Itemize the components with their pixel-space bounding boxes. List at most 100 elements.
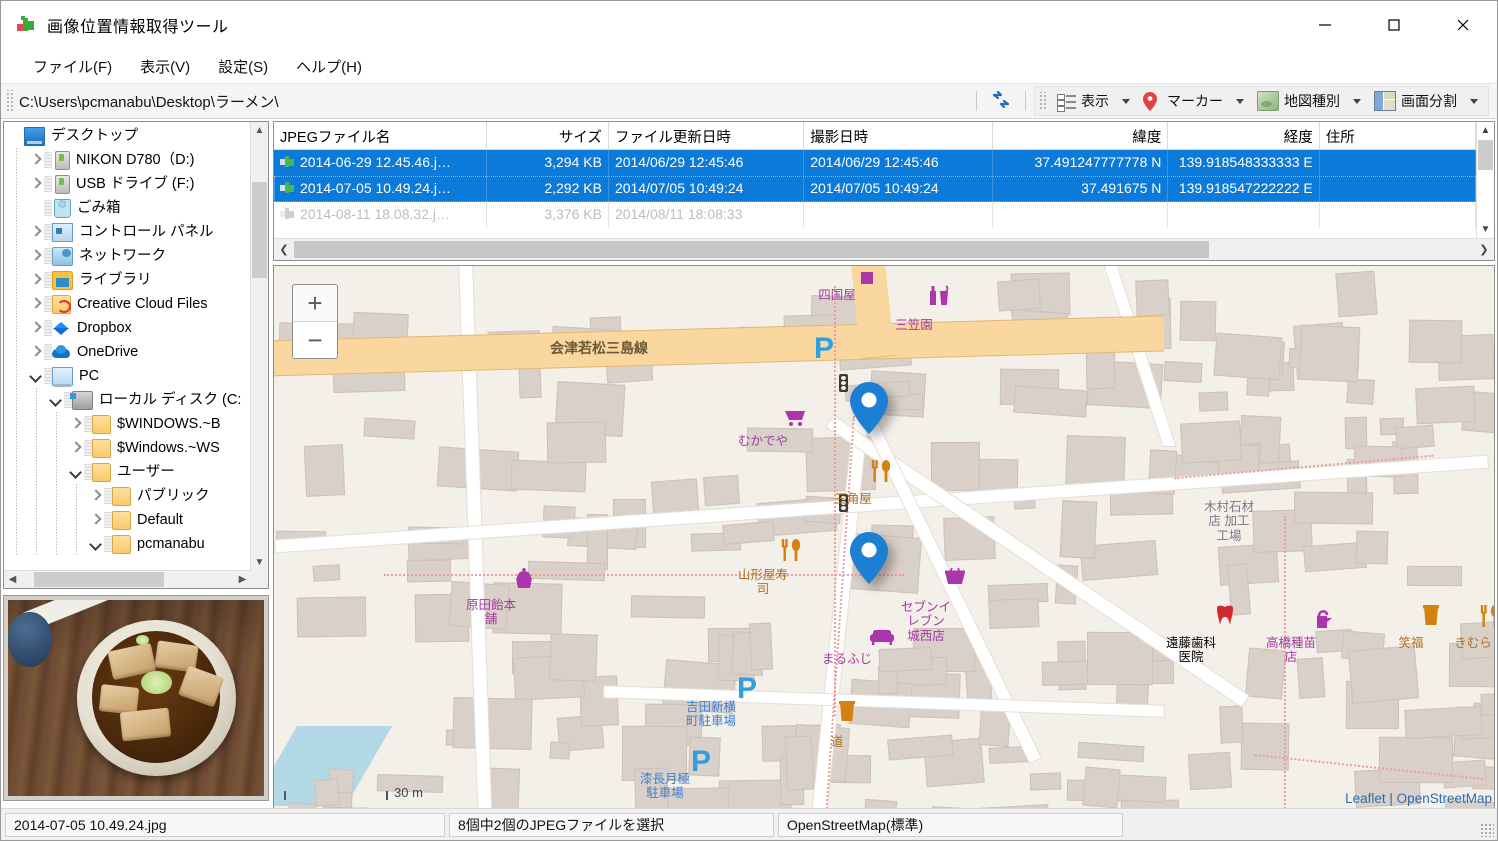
chevron-right-icon[interactable]	[68, 440, 84, 456]
menu-file[interactable]: ファイル(F)	[19, 52, 126, 81]
tree-item-17[interactable]: pcmanabu	[4, 532, 250, 556]
chevron-right-icon[interactable]	[28, 296, 44, 312]
image-preview[interactable]	[3, 595, 269, 801]
tree-item-6[interactable]: ライブラリ	[4, 268, 250, 292]
display-dropdown-caret[interactable]	[1122, 98, 1130, 104]
column-header-4[interactable]: 緯度	[993, 122, 1169, 149]
cell-2-5	[1168, 202, 1320, 228]
photo-marker-1[interactable]	[847, 380, 891, 436]
tree-item-13[interactable]: $Windows.~WS	[4, 436, 250, 460]
filelist-vscroll-thumb[interactable]	[1478, 140, 1493, 170]
chevron-down-icon[interactable]	[48, 392, 64, 408]
filelist-horizontal-scrollbar[interactable]: ❮ ❯	[274, 238, 1494, 260]
column-header-0[interactable]: JPEGファイル名	[274, 122, 487, 149]
tree-horizontal-scrollbar[interactable]: ◀ ▶	[4, 570, 251, 588]
maximize-button[interactable]	[1359, 1, 1428, 49]
map-canvas[interactable]: 会津若松三島線 P 四国屋 三笠園 むかでや 三角屋 山形屋寿 司原田飴本 舗 セブンイ レブ…	[274, 266, 1494, 808]
toolbar-grip[interactable]	[5, 90, 13, 112]
filelist-scroll-left-icon[interactable]: ❮	[274, 239, 294, 260]
filelist-scroll-down-icon[interactable]: ▼	[1477, 221, 1494, 238]
restaurant-icon	[1479, 604, 1494, 631]
filelist-scroll-right-icon[interactable]: ❯	[1474, 239, 1494, 260]
tree-item-8[interactable]: Dropbox	[4, 316, 250, 340]
column-header-1[interactable]: サイズ	[487, 122, 609, 149]
chevron-down-icon[interactable]	[88, 536, 104, 552]
tree-scroll-right-icon[interactable]: ▶	[234, 571, 251, 588]
tree-scroll-left-icon[interactable]: ◀	[4, 571, 21, 588]
filelist-hscroll-thumb[interactable]	[294, 241, 1209, 258]
zoom-out-button[interactable]: −	[293, 321, 337, 358]
marker-dropdown-caret[interactable]	[1236, 98, 1244, 104]
path-display[interactable]: C:\Users\pcmanabu\Desktop\ラーメン\	[16, 91, 278, 112]
map-view[interactable]: 会津若松三島線 P 四国屋 三笠園 むかでや 三角屋 山形屋寿 司原田飴本 舗 セブンイ レブ…	[273, 265, 1495, 809]
tree-item-10[interactable]: PC	[4, 364, 250, 388]
tree-item-1[interactable]: NIKON D780（D:)	[4, 148, 250, 172]
tree-vscroll-thumb[interactable]	[252, 182, 267, 278]
chevron-down-icon[interactable]	[68, 464, 84, 480]
chevron-right-icon[interactable]	[28, 344, 44, 360]
display-button[interactable]: 表示	[1051, 88, 1115, 114]
tree-item-15[interactable]: パブリック	[4, 484, 250, 508]
tree-item-0[interactable]: デスクトップ	[4, 124, 250, 148]
tree-scroll-up-icon[interactable]: ▲	[251, 122, 268, 139]
filelist-vertical-scrollbar[interactable]: ▲ ▼	[1476, 122, 1494, 238]
chevron-right-icon[interactable]	[28, 320, 44, 336]
column-header-2[interactable]: ファイル更新日時	[609, 122, 805, 149]
cart-icon	[784, 408, 806, 429]
maptype-dropdown-caret[interactable]	[1353, 98, 1361, 104]
chevron-down-icon[interactable]	[28, 368, 44, 384]
tree-indent-guide	[76, 484, 77, 508]
marker-button[interactable]: マーカー	[1137, 88, 1229, 114]
chevron-right-icon[interactable]	[68, 416, 84, 432]
splitscreen-button[interactable]: 画面分割	[1368, 88, 1463, 114]
menu-view[interactable]: 表示(V)	[126, 52, 204, 81]
maptype-button[interactable]: 地図種別	[1251, 88, 1346, 114]
close-button[interactable]	[1428, 1, 1497, 49]
tree-item-label: ごみ箱	[77, 199, 121, 216]
zoom-in-button[interactable]: +	[293, 285, 337, 321]
tree-item-2[interactable]: USB ドライブ (F:)	[4, 172, 250, 196]
column-header-5[interactable]: 経度	[1168, 122, 1320, 149]
refresh-button[interactable]	[985, 88, 1017, 114]
column-header-3[interactable]: 撮影日時	[804, 122, 993, 149]
minimize-button[interactable]	[1290, 1, 1359, 49]
chevron-right-icon[interactable]	[28, 176, 44, 192]
table-row[interactable]: 2014-08-11 18.08.32.j… 3,376 KB 2014/08/11…	[274, 202, 1476, 228]
tree-vertical-scrollbar[interactable]: ▲ ▼	[250, 122, 268, 571]
tree-item-9[interactable]: OneDrive	[4, 340, 250, 364]
chevron-right-icon[interactable]	[88, 488, 104, 504]
tree-indent-guide	[16, 244, 17, 268]
filelist-scroll-up-icon[interactable]: ▲	[1477, 122, 1494, 139]
column-header-6[interactable]: 住所	[1320, 122, 1476, 149]
tree-item-5[interactable]: ネットワーク	[4, 244, 250, 268]
tree-item-3[interactable]: ごみ箱	[4, 196, 250, 220]
furniture-icon	[869, 628, 895, 649]
splitscreen-dropdown-caret[interactable]	[1470, 98, 1478, 104]
photo-marker-2[interactable]	[847, 530, 891, 586]
tree-item-7[interactable]: Creative Cloud Files	[4, 292, 250, 316]
map-poi-label: まるふじ	[821, 652, 872, 666]
chevron-right-icon[interactable]	[28, 224, 44, 240]
chevron-right-icon[interactable]	[88, 512, 104, 528]
folder-tree[interactable]: デスクトップ NIKON D780（D:) USB ドライブ (F:) ごみ箱コントロ…	[3, 121, 269, 589]
tree-item-4[interactable]: コントロール パネル	[4, 220, 250, 244]
tree-item-14[interactable]: ユーザー	[4, 460, 250, 484]
chevron-right-icon[interactable]	[28, 248, 44, 264]
menu-settings[interactable]: 設定(S)	[204, 52, 282, 81]
table-row[interactable]: 2014-07-05 10.49.24.j… 2,292 KB 2014/07/05…	[274, 176, 1476, 202]
map-toolbar-grip[interactable]	[1038, 92, 1046, 110]
tree-item-16[interactable]: Default	[4, 508, 250, 532]
resize-grip[interactable]	[1480, 823, 1494, 837]
chevron-right-icon[interactable]	[28, 152, 44, 168]
chevron-right-icon[interactable]	[28, 272, 44, 288]
tree-indent-guide	[36, 436, 37, 460]
file-list[interactable]: JPEGファイル名 サイズ ファイル更新日時 撮影日時 緯度 経度 住所 2014-06-2…	[273, 121, 1495, 261]
tree-item-12[interactable]: $WINDOWS.~B	[4, 412, 250, 436]
tree-hscroll-thumb[interactable]	[34, 572, 164, 587]
menu-help[interactable]: ヘルプ(H)	[282, 52, 376, 81]
tree-item-11[interactable]: ローカル ディスク (C:	[4, 388, 250, 412]
map-attribution[interactable]: Leaflet | OpenStreetMap	[1345, 791, 1492, 806]
table-row[interactable]: 2014-06-29 12.45.46.j… 3,294 KB 2014/06/29…	[274, 150, 1476, 176]
app-window: 画像位置情報取得ツール ファイル(F) 表示(V) 設定(S) ヘルプ(H) C…	[0, 0, 1498, 841]
tree-scroll-down-icon[interactable]: ▼	[251, 554, 268, 571]
